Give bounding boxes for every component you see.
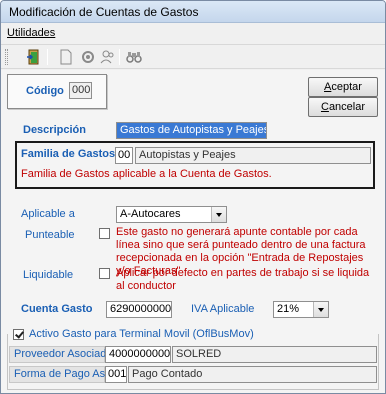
codigo-label: Código xyxy=(26,85,64,97)
codigo-field[interactable]: 000 xyxy=(69,82,92,99)
cuenta-label: Cuenta Gasto xyxy=(21,303,93,315)
menu-bar: Utilidades xyxy=(1,24,385,43)
chevron-down-icon[interactable] xyxy=(211,207,226,222)
toolbar-separator xyxy=(119,49,120,65)
iva-value: 21% xyxy=(277,303,300,315)
aplicable-value: A-Autocares xyxy=(120,208,181,220)
aplicable-label: Aplicable a xyxy=(21,208,75,220)
proveedor-code-field[interactable]: 40000000004 xyxy=(105,346,171,363)
punteable-checkbox[interactable] xyxy=(99,228,110,239)
title-bar[interactable]: Modificación de Cuentas de Gastos xyxy=(1,1,385,23)
binoculars-icon[interactable] xyxy=(125,48,143,66)
cuenta-field[interactable]: 62900000000 xyxy=(106,301,172,318)
familia-hint: Familia de Gastos aplicable a la Cuenta … xyxy=(21,168,272,180)
aplicable-select[interactable]: A-Autocares xyxy=(116,206,227,223)
toolbar xyxy=(1,44,385,69)
movil-header: Activo Gasto para Terminal Movil (OflBus… xyxy=(11,328,254,341)
formapago-code-field[interactable]: 001 xyxy=(105,366,127,383)
window-title: Modificación de Cuentas de Gastos xyxy=(9,5,199,19)
chevron-down-icon[interactable] xyxy=(313,302,328,317)
movil-checkbox[interactable] xyxy=(13,329,24,340)
document-icon[interactable] xyxy=(57,48,75,66)
menu-utilidades[interactable]: Utilidades xyxy=(7,27,55,39)
exit-door-icon[interactable] xyxy=(25,48,43,66)
liquidable-hint: Aplicar por defecto en partes de trabajo… xyxy=(116,267,370,292)
iva-select[interactable]: 21% xyxy=(273,301,329,318)
punteable-label: Punteable xyxy=(25,229,75,241)
proveedor-label: Proveedor Asociado xyxy=(9,346,112,363)
descripcion-label: Descripción xyxy=(23,124,86,136)
formapago-label: Forma de Pago Aso. xyxy=(9,366,114,383)
cancelar-button-label: Cancelar xyxy=(320,101,366,113)
settings-icon[interactable] xyxy=(79,48,97,66)
descripcion-field[interactable]: Gastos de Autopistas y Peajes xyxy=(116,122,267,139)
movil-label: Activo Gasto para Terminal Movil (OflBus… xyxy=(29,328,254,340)
proveedor-name-field: SOLRED xyxy=(172,346,377,363)
form-content: Código 000 Aceptar Cancelar Descripción … xyxy=(1,70,385,393)
liquidable-label: Liquidable xyxy=(23,269,74,281)
dialog-window: Modificación de Cuentas de Gastos Utilid… xyxy=(0,0,386,394)
aceptar-button[interactable]: Aceptar xyxy=(308,77,378,97)
codigo-panel: Código 000 xyxy=(7,74,107,109)
toolbar-separator xyxy=(47,49,48,65)
familia-code-field[interactable]: 00 xyxy=(115,147,133,164)
cancelar-button[interactable]: Cancelar xyxy=(308,97,378,117)
iva-label: IVA Aplicable xyxy=(191,303,255,315)
formapago-name-field: Pago Contado xyxy=(128,366,377,383)
users-icon[interactable] xyxy=(99,48,117,66)
familia-label: Familia de Gastos xyxy=(21,148,116,160)
aceptar-button-label: Aceptar xyxy=(324,81,362,93)
familia-name-field: Autopistas y Peajes xyxy=(135,147,371,164)
liquidable-checkbox[interactable] xyxy=(99,268,110,279)
familia-frame: Familia de Gastos 00 Autopistas y Peajes… xyxy=(15,141,375,189)
toolbar-grip[interactable] xyxy=(5,49,8,65)
